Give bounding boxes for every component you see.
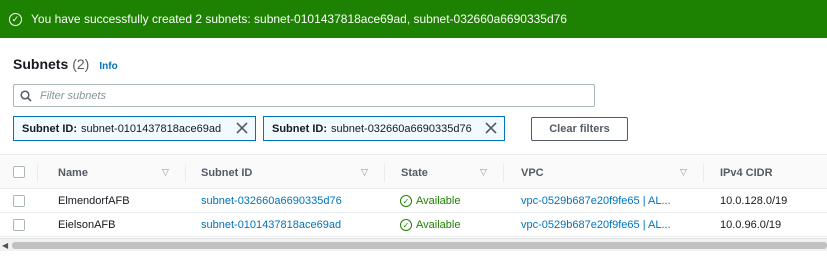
state-label: Available [416,195,461,207]
cell-vpc-link[interactable]: vpc-0529b687e20f9fe65 | AL... [521,213,671,237]
table-row[interactable]: ElmendorfAFB subnet-032660a6690335d76 ✓ … [0,189,827,213]
subnets-table: Name ▽ Subnet ID ▽ State ▽ VPC ▽ IPv4 CI… [0,154,827,237]
column-header-state[interactable]: State [401,155,428,190]
dismiss-filter-icon[interactable] [235,121,249,135]
cell-ipv4-cidr: 10.0.96.0/19 [720,219,782,231]
clear-filters-button[interactable]: Clear filters [531,117,628,141]
cell-subnet-id-link[interactable]: subnet-0101437818ace69ad [201,213,341,237]
row-checkbox[interactable] [13,195,25,207]
success-check-icon: ✓ [9,12,22,26]
filter-token-key: Subnet ID: [272,122,327,135]
available-status-icon: ✓ [400,219,412,231]
table-row[interactable]: EielsonAFB subnet-0101437818ace69ad ✓ Av… [0,213,827,237]
filter-token-value: subnet-032660a6690335d76 [331,122,472,135]
info-link[interactable]: Info [99,61,117,72]
flash-message: You have successfully created 2 subnets:… [31,12,567,26]
state-label: Available [416,219,461,231]
column-header-name[interactable]: Name [58,155,88,190]
cell-name: ElmendorfAFB [58,195,130,207]
filter-token-2: Subnet ID: subnet-032660a6690335d76 [263,116,505,141]
panel-header: Subnets (2) Info [13,56,118,72]
sort-icon[interactable]: ▽ [680,167,687,178]
column-header-ipv4-cidr[interactable]: IPv4 CIDR [720,155,773,190]
success-flash-banner: ✓ You have successfully created 2 subnet… [0,0,827,38]
filter-token-value: subnet-0101437818ace69ad [81,122,222,135]
row-checkbox[interactable] [13,219,25,231]
page-title: Subnets [13,56,69,72]
search-icon [20,89,32,102]
subnet-count: (2) [72,56,90,72]
filter-search-box[interactable] [13,84,595,107]
cell-name: EielsonAFB [58,219,116,231]
cell-vpc-link[interactable]: vpc-0529b687e20f9fe65 | AL... [521,189,671,213]
available-status-icon: ✓ [400,195,412,207]
subnets-panel: Subnets (2) Info Subnet ID: subnet-01014… [0,38,827,268]
dismiss-filter-icon[interactable] [484,121,498,135]
column-header-subnet-id[interactable]: Subnet ID [201,155,252,190]
sort-icon[interactable]: ▽ [361,167,368,178]
sort-icon[interactable]: ▽ [162,167,169,178]
search-input[interactable] [40,89,560,102]
filter-token-1: Subnet ID: subnet-0101437818ace69ad [13,116,256,141]
cell-state: ✓ Available [400,189,460,213]
filter-token-key: Subnet ID: [22,122,77,135]
cell-state: ✓ Available [400,213,460,237]
sort-icon[interactable]: ▽ [480,167,487,178]
select-all-checkbox[interactable] [13,166,25,178]
horizontal-scrollbar[interactable]: ◀ [0,238,827,251]
scroll-left-arrow-icon[interactable]: ◀ [2,241,8,250]
table-header: Name ▽ Subnet ID ▽ State ▽ VPC ▽ IPv4 CI… [0,154,827,189]
column-header-vpc[interactable]: VPC [521,155,544,190]
cell-ipv4-cidr: 10.0.128.0/19 [720,195,788,207]
scrollbar-thumb[interactable] [12,242,827,249]
cell-subnet-id-link[interactable]: subnet-032660a6690335d76 [201,189,342,213]
